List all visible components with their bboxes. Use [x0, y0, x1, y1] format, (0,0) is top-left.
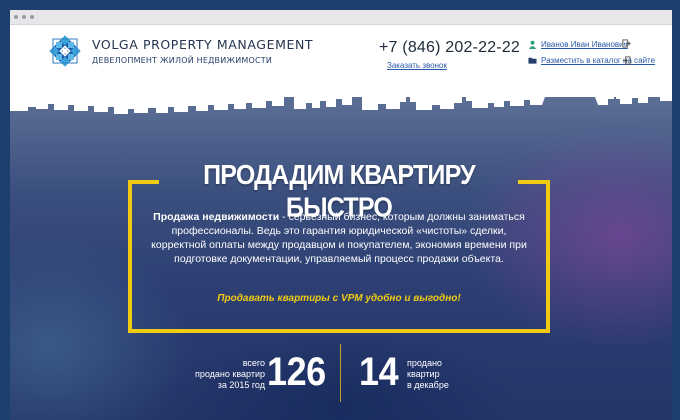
stat-total-label-line: за 2015 год — [217, 380, 265, 390]
frame-top-left — [128, 180, 159, 184]
window-dot[interactable] — [30, 15, 34, 19]
folder-icon — [528, 57, 537, 64]
user-link[interactable]: Иванов Иван Иванович — [528, 40, 628, 49]
stat-month-value: 14 — [359, 350, 399, 394]
stats-divider — [340, 344, 341, 402]
city-skyline-image — [10, 97, 672, 114]
site-header: VOLGA PROPERTY MANAGEMENT ДЕВЕЛОПМЕНТ ЖИ… — [10, 25, 672, 97]
brand-tagline: ДЕВЕЛОПМЕНТ ЖИЛОЙ НЕДВИЖИМОСТИ — [92, 56, 273, 65]
window-dot[interactable] — [22, 15, 26, 19]
callback-link[interactable]: Заказать звонок — [387, 61, 447, 70]
stat-total-label-line: всего — [242, 358, 265, 368]
catalog-link[interactable]: Разместить в каталог на сайте — [528, 56, 655, 65]
frame-bottom — [128, 329, 550, 333]
stat-total-label: всего продано квартир за 2015 год — [173, 358, 265, 391]
stat-total-value: 126 — [267, 350, 326, 394]
login-icon[interactable] — [622, 56, 631, 65]
brand-logo-icon[interactable] — [48, 34, 82, 68]
stat-month-label-line: квартир — [407, 369, 440, 379]
window-chrome — [10, 10, 672, 25]
stat-month-label-line: в декабре — [407, 380, 449, 390]
frame-left — [128, 180, 132, 333]
stat-month-label-line: продано — [407, 358, 442, 368]
window-dot[interactable] — [14, 15, 18, 19]
frame-right — [546, 180, 550, 333]
brand-name[interactable]: VOLGA PROPERTY MANAGEMENT — [92, 37, 313, 52]
hero-description-bold: Продажа недвижимости — [153, 211, 280, 223]
hero-section: ПРОДАДИМ КВАРТИРУ БЫСТРО Продажа недвижи… — [10, 97, 672, 420]
hero-cta-text: Продавать квартиры с VPM удобно и выгодн… — [217, 293, 461, 304]
catalog-link-label[interactable]: Разместить в каталог на сайте — [541, 56, 655, 65]
user-icon — [528, 40, 537, 49]
exit-icon[interactable] — [622, 39, 631, 48]
stat-month-label: продано квартир в декабре — [407, 358, 497, 391]
hero-description: Продажа недвижимости - серьезный бизнес,… — [150, 210, 528, 266]
user-name[interactable]: Иванов Иван Иванович — [541, 40, 628, 49]
phone-number[interactable]: +7 (846) 202-22-22 — [379, 39, 520, 57]
browser-window: VOLGA PROPERTY MANAGEMENT ДЕВЕЛОПМЕНТ ЖИ… — [10, 10, 672, 420]
stat-total-label-line: продано квартир — [194, 369, 265, 379]
